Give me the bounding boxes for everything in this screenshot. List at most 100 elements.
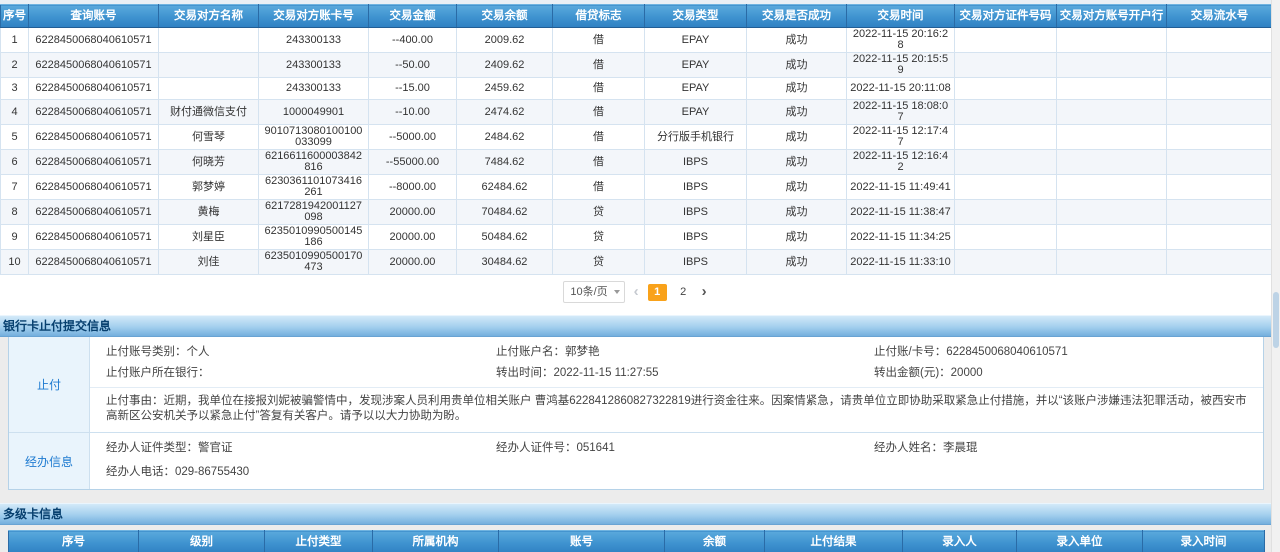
cell-time: 2022-11-15 12:17:47 (847, 125, 955, 150)
cell-success: 成功 (747, 250, 847, 275)
cell-counterparty-card: 243300133 (259, 28, 369, 53)
group-label-handler: 经办信息 (9, 433, 90, 489)
cell-balance: 7484.62 (457, 150, 553, 175)
cell-seq: 8 (1, 200, 29, 225)
column-header-debit-credit-flag: 借贷标志 (553, 5, 645, 28)
cell-opening-bank (1057, 78, 1167, 100)
field-account-name: 止付账户名：郭梦艳 (480, 342, 858, 363)
cell-transaction-type: IBPS (645, 150, 747, 175)
cell-time: 2022-11-15 20:11:08 (847, 78, 955, 100)
cell-debit-credit-flag: 贷 (553, 225, 645, 250)
column-header-amount: 交易金额 (369, 5, 457, 28)
column-header-mc-seq: 序号 (9, 531, 139, 552)
cell-seq: 10 (1, 250, 29, 275)
multi-card-table: 序号 级别 止付类型 所属机构 账号 余额 止付结果 录入人 录入单位 录入时间… (8, 530, 1265, 552)
cell-serial-no (1167, 125, 1273, 150)
cell-serial-no (1167, 28, 1273, 53)
next-page-button[interactable]: › (700, 282, 709, 302)
cell-amount: --5000.00 (369, 125, 457, 150)
page-2-button[interactable]: 2 (674, 284, 693, 301)
scrollbar[interactable] (1271, 0, 1280, 552)
cell-success: 成功 (747, 200, 847, 225)
cell-success: 成功 (747, 175, 847, 200)
cell-amount: --15.00 (369, 78, 457, 100)
cell-query-account: 6228450068040610571 (29, 225, 159, 250)
cell-seq: 9 (1, 225, 29, 250)
cell-success: 成功 (747, 150, 847, 175)
cell-amount: 20000.00 (369, 200, 457, 225)
page-1-button[interactable]: 1 (648, 284, 667, 301)
cell-time: 2022-11-15 11:38:47 (847, 200, 955, 225)
transaction-table-row: 7 6228450068040610571 郭梦婷 62303611010734… (1, 175, 1273, 200)
cell-query-account: 6228450068040610571 (29, 100, 159, 125)
handler-group-content: 经办人证件类型：警官证 经办人证件号：051641 经办人姓名：李晨琨 经办人电… (90, 433, 1263, 489)
stop-payment-page: 序号 查询账号 交易对方名称 交易对方账卡号 交易金额 交易余额 借贷标志 交易… (0, 0, 1280, 552)
cell-counterparty-name (159, 53, 259, 78)
column-header-time: 交易时间 (847, 5, 955, 28)
cell-balance: 2474.62 (457, 100, 553, 125)
transaction-table-row: 6 6228450068040610571 何晓芳 62166116000038… (1, 150, 1273, 175)
column-header-counterparty-card: 交易对方账卡号 (259, 5, 369, 28)
cell-balance: 2484.62 (457, 125, 553, 150)
cell-seq: 1 (1, 28, 29, 53)
cell-amount: --10.00 (369, 100, 457, 125)
page-size-select[interactable]: 10条/页 (563, 281, 624, 303)
cell-cert-no (955, 100, 1057, 125)
cell-counterparty-name (159, 28, 259, 53)
cell-time: 2022-11-15 20:15:59 (847, 53, 955, 78)
cell-seq: 2 (1, 53, 29, 78)
cell-transaction-type: IBPS (645, 200, 747, 225)
transaction-table-body: 1 6228450068040610571 243300133 --400.00… (1, 28, 1273, 275)
cell-time: 2022-11-15 20:16:28 (847, 28, 955, 53)
cell-counterparty-name: 刘佳 (159, 250, 259, 275)
cell-debit-credit-flag: 贷 (553, 200, 645, 225)
field-card-no: 止付账/卡号：6228450068040610571 (858, 342, 1263, 363)
cell-opening-bank (1057, 200, 1167, 225)
cell-query-account: 6228450068040610571 (29, 200, 159, 225)
field-handler-cert-type: 经办人证件类型：警官证 (90, 438, 480, 459)
column-header-counterparty-name: 交易对方名称 (159, 5, 259, 28)
cell-counterparty-name: 郭梦婷 (159, 175, 259, 200)
cell-cert-no (955, 150, 1057, 175)
cell-balance: 70484.62 (457, 200, 553, 225)
cell-transaction-type: IBPS (645, 250, 747, 275)
prev-page-button[interactable]: ‹ (632, 282, 641, 302)
scrollbar-thumb[interactable] (1273, 292, 1279, 348)
column-header-query-account: 查询账号 (29, 5, 159, 28)
cell-opening-bank (1057, 175, 1167, 200)
cell-query-account: 6228450068040610571 (29, 175, 159, 200)
cell-balance: 2409.62 (457, 53, 553, 78)
cell-cert-no (955, 200, 1057, 225)
cell-transaction-type: IBPS (645, 225, 747, 250)
cell-debit-credit-flag: 贷 (553, 250, 645, 275)
cell-counterparty-card: 243300133 (259, 53, 369, 78)
cell-success: 成功 (747, 225, 847, 250)
column-header-seq: 序号 (1, 5, 29, 28)
cell-cert-no (955, 250, 1057, 275)
cell-query-account: 6228450068040610571 (29, 78, 159, 100)
column-header-success: 交易是否成功 (747, 5, 847, 28)
transaction-table-row: 3 6228450068040610571 243300133 --15.00 … (1, 78, 1273, 100)
transaction-table: 序号 查询账号 交易对方名称 交易对方账卡号 交易金额 交易余额 借贷标志 交易… (0, 4, 1273, 275)
cell-counterparty-card: 6235010990500170473 (259, 250, 369, 275)
cell-opening-bank (1057, 150, 1167, 175)
column-header-mc-result: 止付结果 (765, 531, 903, 552)
cell-balance: 2459.62 (457, 78, 553, 100)
column-header-mc-time: 录入时间 (1143, 531, 1265, 552)
cell-counterparty-card: 1000049901 (259, 100, 369, 125)
handler-fields: 经办人证件类型：警官证 经办人证件号：051641 经办人姓名：李晨琨 (90, 433, 1263, 462)
cell-amount: 20000.00 (369, 225, 457, 250)
cell-counterparty-card: 6230361101073416261 (259, 175, 369, 200)
field-stop-reason: 止付事由：近期，我单位在接报刘妮被骗警情中，发现涉案人员利用贵单位相关账户 曹鸿… (90, 387, 1263, 432)
cell-debit-credit-flag: 借 (553, 28, 645, 53)
field-bank: 止付账户所在银行： (90, 363, 480, 384)
cell-query-account: 6228450068040610571 (29, 125, 159, 150)
cell-opening-bank (1057, 250, 1167, 275)
multi-card-header-row: 序号 级别 止付类型 所属机构 账号 余额 止付结果 录入人 录入单位 录入时间 (9, 531, 1265, 552)
column-header-mc-level: 级别 (139, 531, 265, 552)
cell-counterparty-name: 何晓芳 (159, 150, 259, 175)
cell-debit-credit-flag: 借 (553, 125, 645, 150)
cell-cert-no (955, 78, 1057, 100)
cell-success: 成功 (747, 78, 847, 100)
column-header-mc-operator: 录入人 (903, 531, 1017, 552)
